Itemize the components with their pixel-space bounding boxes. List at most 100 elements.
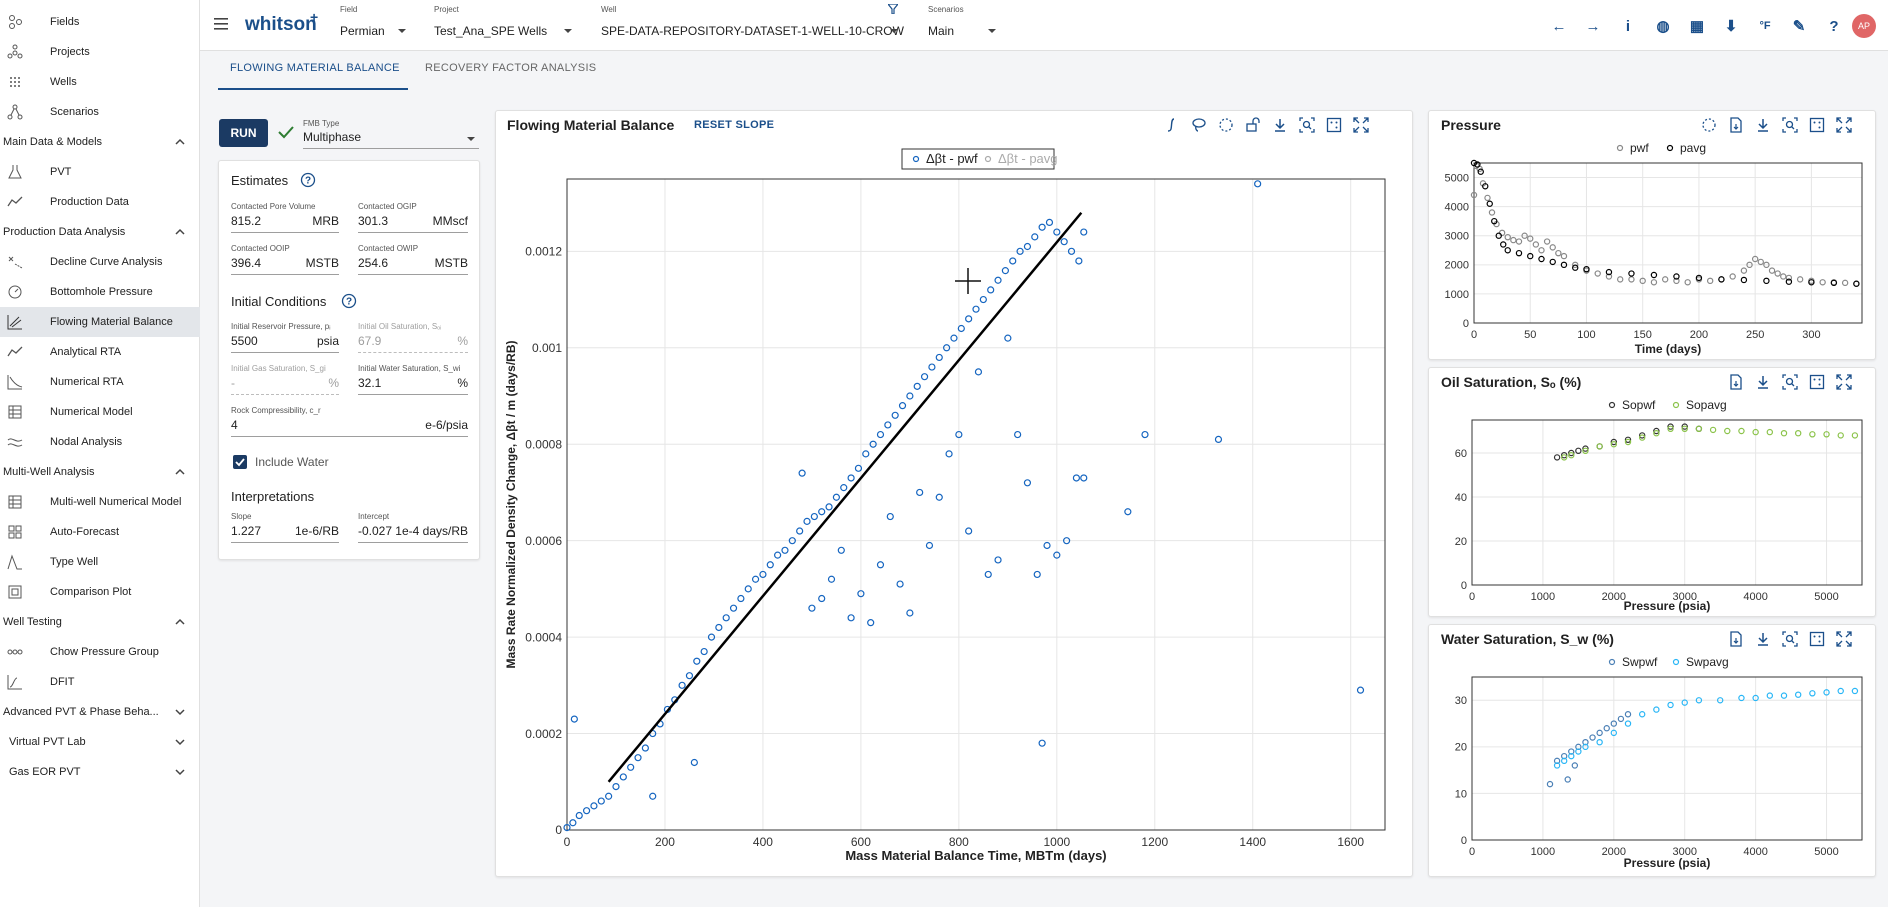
sidebar-item-production-data[interactable]: Production Data [0, 187, 200, 217]
download-icon[interactable] [1272, 117, 1288, 133]
sidebar-section-well-testing[interactable]: Well Testing [0, 607, 200, 637]
import-icon[interactable]: ⬇ [1721, 16, 1741, 36]
globe-icon[interactable]: ◍ [1653, 16, 1673, 36]
download-icon[interactable] [1755, 631, 1771, 647]
autoscale-icon[interactable] [1809, 117, 1825, 133]
contacted-owip-field[interactable]: Contacted OWIP 254.6 MSTB [358, 244, 468, 276]
fmb-type-select[interactable]: FMB Type Multiphase [303, 119, 479, 151]
download-icon[interactable] [1755, 117, 1771, 133]
legend-item[interactable]: Sopwf [1608, 398, 1657, 412]
contacted-pore-volume-field[interactable]: Contacted Pore Volume 815.2 MRB [231, 202, 339, 234]
integral-icon[interactable] [1164, 117, 1180, 133]
slope-line[interactable] [607, 211, 1083, 783]
info-icon[interactable]: i [1618, 16, 1638, 36]
legend-item[interactable]: pavg [1666, 141, 1707, 155]
sidebar-section-multi-well-analysis[interactable]: Multi-Well Analysis [0, 457, 200, 487]
legend-item[interactable]: Swpavg [1672, 655, 1729, 669]
sidebar-section-virtual-pvt-lab[interactable]: Virtual PVT Lab [0, 727, 200, 757]
sidebar-section-gas-eor-pvt[interactable]: Gas EOR PVT [0, 757, 200, 787]
calculator-icon[interactable]: ▦ [1687, 16, 1707, 36]
sidebar-item-fields[interactable]: Fields [0, 7, 200, 37]
data-point [1796, 276, 1804, 283]
tab-recovery-factor-analysis[interactable]: RECOVERY FACTOR ANALYSIS [425, 62, 596, 74]
file-icon[interactable] [1728, 631, 1744, 647]
slope-field[interactable]: Slope 1.227 1e-6/RB [231, 512, 339, 544]
contacted-ooip-field[interactable]: Contacted OOIP 396.4 MSTB [231, 244, 339, 276]
sidebar-item-bottomhole-pressure[interactable]: Bottomhole Pressure [0, 277, 200, 307]
fullscreen-icon[interactable] [1836, 374, 1852, 390]
select-icon[interactable] [1701, 117, 1717, 133]
data-point [612, 782, 620, 791]
x-tick-label: 0 [564, 835, 571, 849]
zoom-icon[interactable] [1782, 374, 1798, 390]
project-select-value: Test_Ana_SPE Wells [434, 24, 548, 38]
fullscreen-icon[interactable] [1353, 117, 1369, 133]
sidebar-item-numerical-model[interactable]: Numerical Model [0, 397, 200, 427]
sidebar-section-advanced-pvt-phase-beha-[interactable]: Advanced PVT & Phase Beha... [0, 697, 200, 727]
filter-icon[interactable] [886, 3, 900, 15]
sidebar-item-auto-forecast[interactable]: Auto-Forecast [0, 517, 200, 547]
temperature-icon[interactable]: °F [1755, 16, 1775, 36]
data-point [1809, 431, 1816, 438]
sidebar-section-main-data-models[interactable]: Main Data & Models [0, 127, 200, 157]
chevron-down-icon [564, 29, 572, 33]
field-label: Intercept [358, 512, 390, 521]
file-icon[interactable] [1728, 117, 1744, 133]
back-arrow-icon[interactable]: ← [1549, 16, 1569, 36]
sidebar-item-decline-curve-analysis[interactable]: Decline Curve Analysis [0, 247, 200, 277]
menu-icon[interactable] [214, 18, 228, 30]
initial-water-saturation-field[interactable]: Initial Water Saturation, S_wi 32.1% [358, 364, 468, 396]
data-point [928, 363, 936, 371]
file-icon[interactable] [1728, 374, 1744, 390]
sidebar-item-numerical-rta[interactable]: Numerical RTA [0, 367, 200, 397]
help-circle-icon[interactable]: ? [341, 293, 357, 309]
field-value: 396.4 [231, 256, 262, 270]
zoom-icon[interactable] [1782, 631, 1798, 647]
initial-reservoir-pressure-field[interactable]: Initial Reservoir Pressure, pᵢ 5500 psia [231, 322, 339, 354]
autoscale-icon[interactable] [1809, 631, 1825, 647]
sidebar-item-flowing-material-balance[interactable]: Flowing Material Balance [0, 307, 200, 337]
sidebar-item-wells[interactable]: Wells [0, 67, 200, 97]
sidebar-item-type-well[interactable]: Type Well [0, 547, 200, 577]
reset-slope-button[interactable]: RESET SLOPE [694, 119, 774, 131]
unlock-icon[interactable] [1245, 117, 1261, 133]
avatar[interactable]: AP [1852, 14, 1876, 38]
sidebar-item-analytical-rta[interactable]: Analytical RTA [0, 337, 200, 367]
legend-item[interactable]: Sopavg [1672, 398, 1727, 412]
sidebar-item-dfit[interactable]: DFIT [0, 667, 200, 697]
tab-flowing-material-balance[interactable]: FLOWING MATERIAL BALANCE [230, 62, 400, 74]
sidebar-item-nodal-analysis[interactable]: Nodal Analysis [0, 427, 200, 457]
zoom-icon[interactable] [1299, 117, 1315, 133]
field-underline [358, 274, 468, 275]
include-water-checkbox[interactable]: Include Water [233, 455, 383, 471]
help-circle-icon[interactable]: ? [300, 172, 316, 188]
rock-compressibility-field[interactable]: Rock Compressibility, c_r 4 e-6/psia [231, 406, 468, 438]
sidebar-item-chow-pressure-group[interactable]: Chow Pressure Group [0, 637, 200, 667]
autoscale-icon[interactable] [1326, 117, 1342, 133]
help-icon[interactable]: ? [1824, 16, 1844, 36]
forward-arrow-icon[interactable]: → [1583, 16, 1603, 36]
autoscale-icon[interactable] [1809, 374, 1825, 390]
legend-item[interactable]: pwf [1616, 141, 1650, 155]
sidebar-item-projects[interactable]: Projects [0, 37, 200, 67]
contacted-ogip-field[interactable]: Contacted OGIP 301.3 MMscf [358, 202, 468, 234]
data-point [867, 619, 875, 627]
fullscreen-icon[interactable] [1836, 631, 1852, 647]
fullscreen-icon[interactable] [1836, 117, 1852, 133]
series-1 [1560, 425, 1859, 461]
run-button[interactable]: RUN [219, 119, 268, 147]
sidebar-section-production-data-analysis[interactable]: Production Data Analysis [0, 217, 200, 247]
select-icon[interactable] [1218, 117, 1234, 133]
download-icon[interactable] [1755, 374, 1771, 390]
feedback-icon[interactable]: ✎ [1789, 16, 1809, 36]
sidebar-item-scenarios[interactable]: Scenarios [0, 97, 200, 127]
sidebar-item-pvt[interactable]: PVT [0, 157, 200, 187]
legend-item[interactable]: Swpwf [1608, 655, 1659, 669]
lasso-icon[interactable] [1191, 117, 1207, 133]
sidebar-item-multi-well-numerical-model[interactable]: Multi-well Numerical Model [0, 487, 200, 517]
data-point [798, 469, 806, 477]
zoom-icon[interactable] [1782, 117, 1798, 133]
data-point [619, 773, 627, 781]
sidebar-item-comparison-plot[interactable]: Comparison Plot [0, 577, 200, 607]
intercept-field[interactable]: Intercept -0.027 1e-4 days/RB [358, 512, 468, 544]
